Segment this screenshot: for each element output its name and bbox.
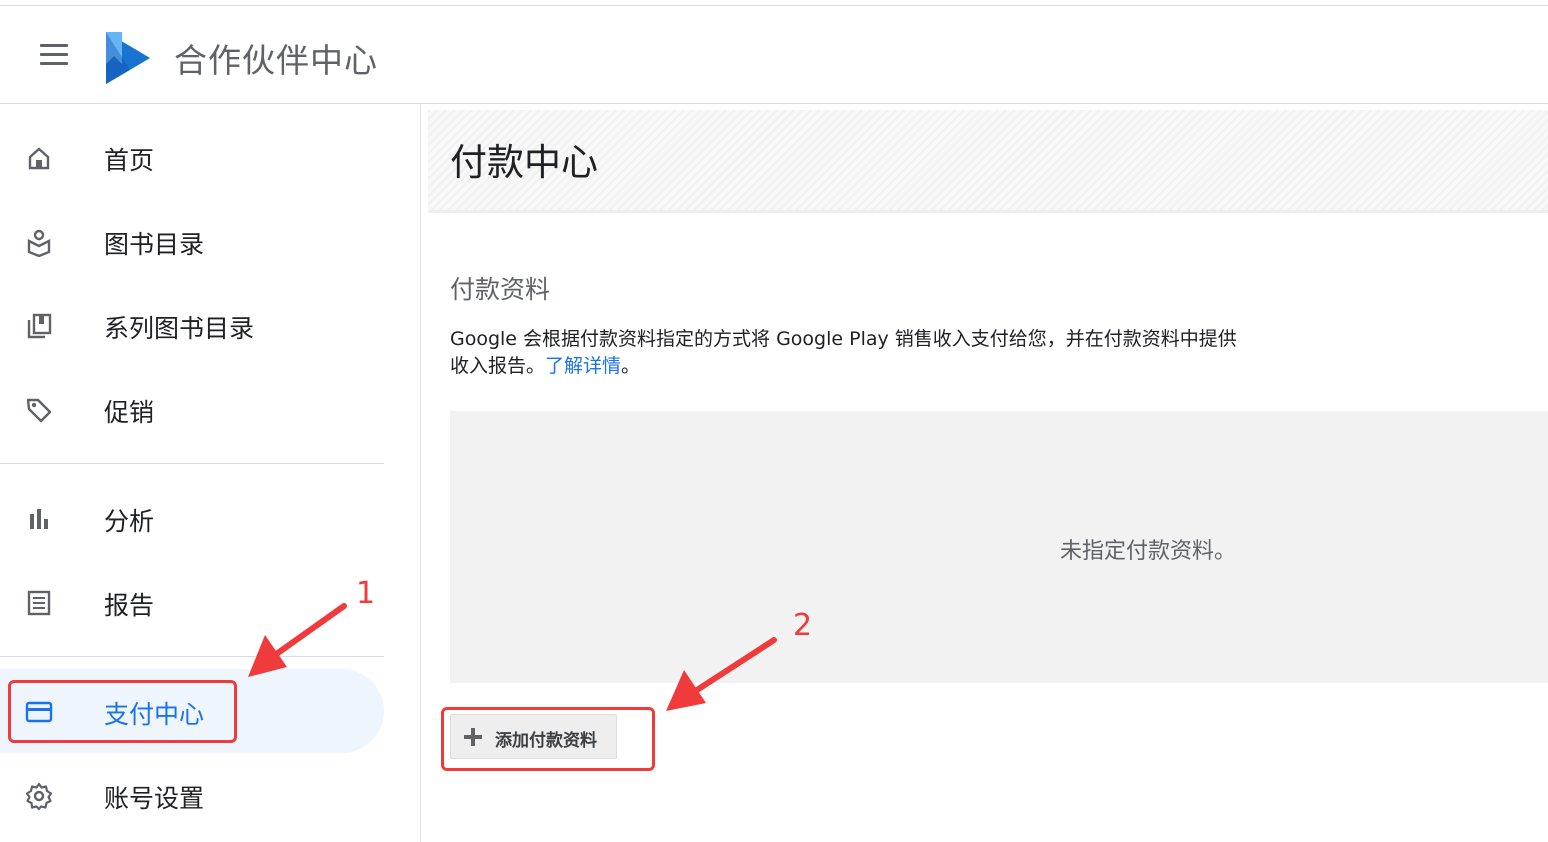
menu-icon-bar	[40, 62, 68, 65]
sidebar-item-label: 账号设置	[104, 784, 205, 813]
learn-more-link[interactable]: 了解详情	[545, 355, 621, 377]
gear-icon	[25, 782, 53, 811]
payment-profile-description: Google 会根据付款资料指定的方式将 Google Play 销售收入支付给…	[450, 326, 1250, 380]
empty-message: 未指定付款资料。	[1060, 539, 1237, 564]
sidebar-item-label: 图书目录	[104, 230, 205, 259]
sidebar-item-label: 促销	[104, 398, 155, 427]
sidebar-item-label: 系列图书目录	[104, 314, 255, 343]
sidebar-item-reports[interactable]: 报告	[0, 560, 384, 644]
book-catalog-icon	[27, 229, 51, 257]
annotation-number-2: 2	[793, 608, 813, 643]
app-title: 合作伙伴中心	[174, 41, 378, 80]
page-title: 付款中心	[450, 141, 598, 184]
description-end: 。	[621, 355, 641, 377]
play-books-logo-icon[interactable]	[100, 28, 156, 88]
sidebar-item-account-settings[interactable]: 账号设置	[0, 753, 384, 837]
hamburger-menu-button[interactable]	[30, 36, 78, 76]
bar-chart-icon	[30, 509, 48, 529]
sidebar-item-home[interactable]: 首页	[0, 115, 384, 199]
menu-icon-bar	[40, 44, 68, 47]
sidebar-item-promotions[interactable]: 促销	[0, 367, 384, 451]
tag-icon	[26, 398, 52, 423]
sidebar-item-analytics[interactable]: 分析	[0, 476, 384, 560]
payment-profile-empty-state: 未指定付款资料。	[450, 411, 1548, 683]
home-icon	[28, 147, 50, 170]
sidebar-divider	[0, 463, 384, 464]
annotation-number-1: 1	[356, 576, 376, 611]
page-header: 付款中心	[428, 110, 1548, 213]
sidebar-item-label: 分析	[104, 507, 155, 536]
app-header: 合作伙伴中心	[0, 6, 1548, 104]
report-icon	[27, 590, 51, 616]
sidebar-item-label: 首页	[104, 146, 155, 175]
menu-icon-bar	[40, 53, 68, 56]
series-library-icon	[27, 313, 52, 339]
sidebar-item-book-catalog[interactable]: 图书目录	[0, 199, 384, 283]
annotation-highlight-add-button	[441, 707, 655, 771]
section-title: 付款资料	[450, 275, 551, 304]
sidebar-divider	[0, 656, 384, 657]
sidebar-item-series-catalog[interactable]: 系列图书目录	[0, 283, 384, 367]
annotation-highlight-payment-center	[8, 680, 237, 743]
sidebar-item-label: 报告	[104, 591, 155, 620]
